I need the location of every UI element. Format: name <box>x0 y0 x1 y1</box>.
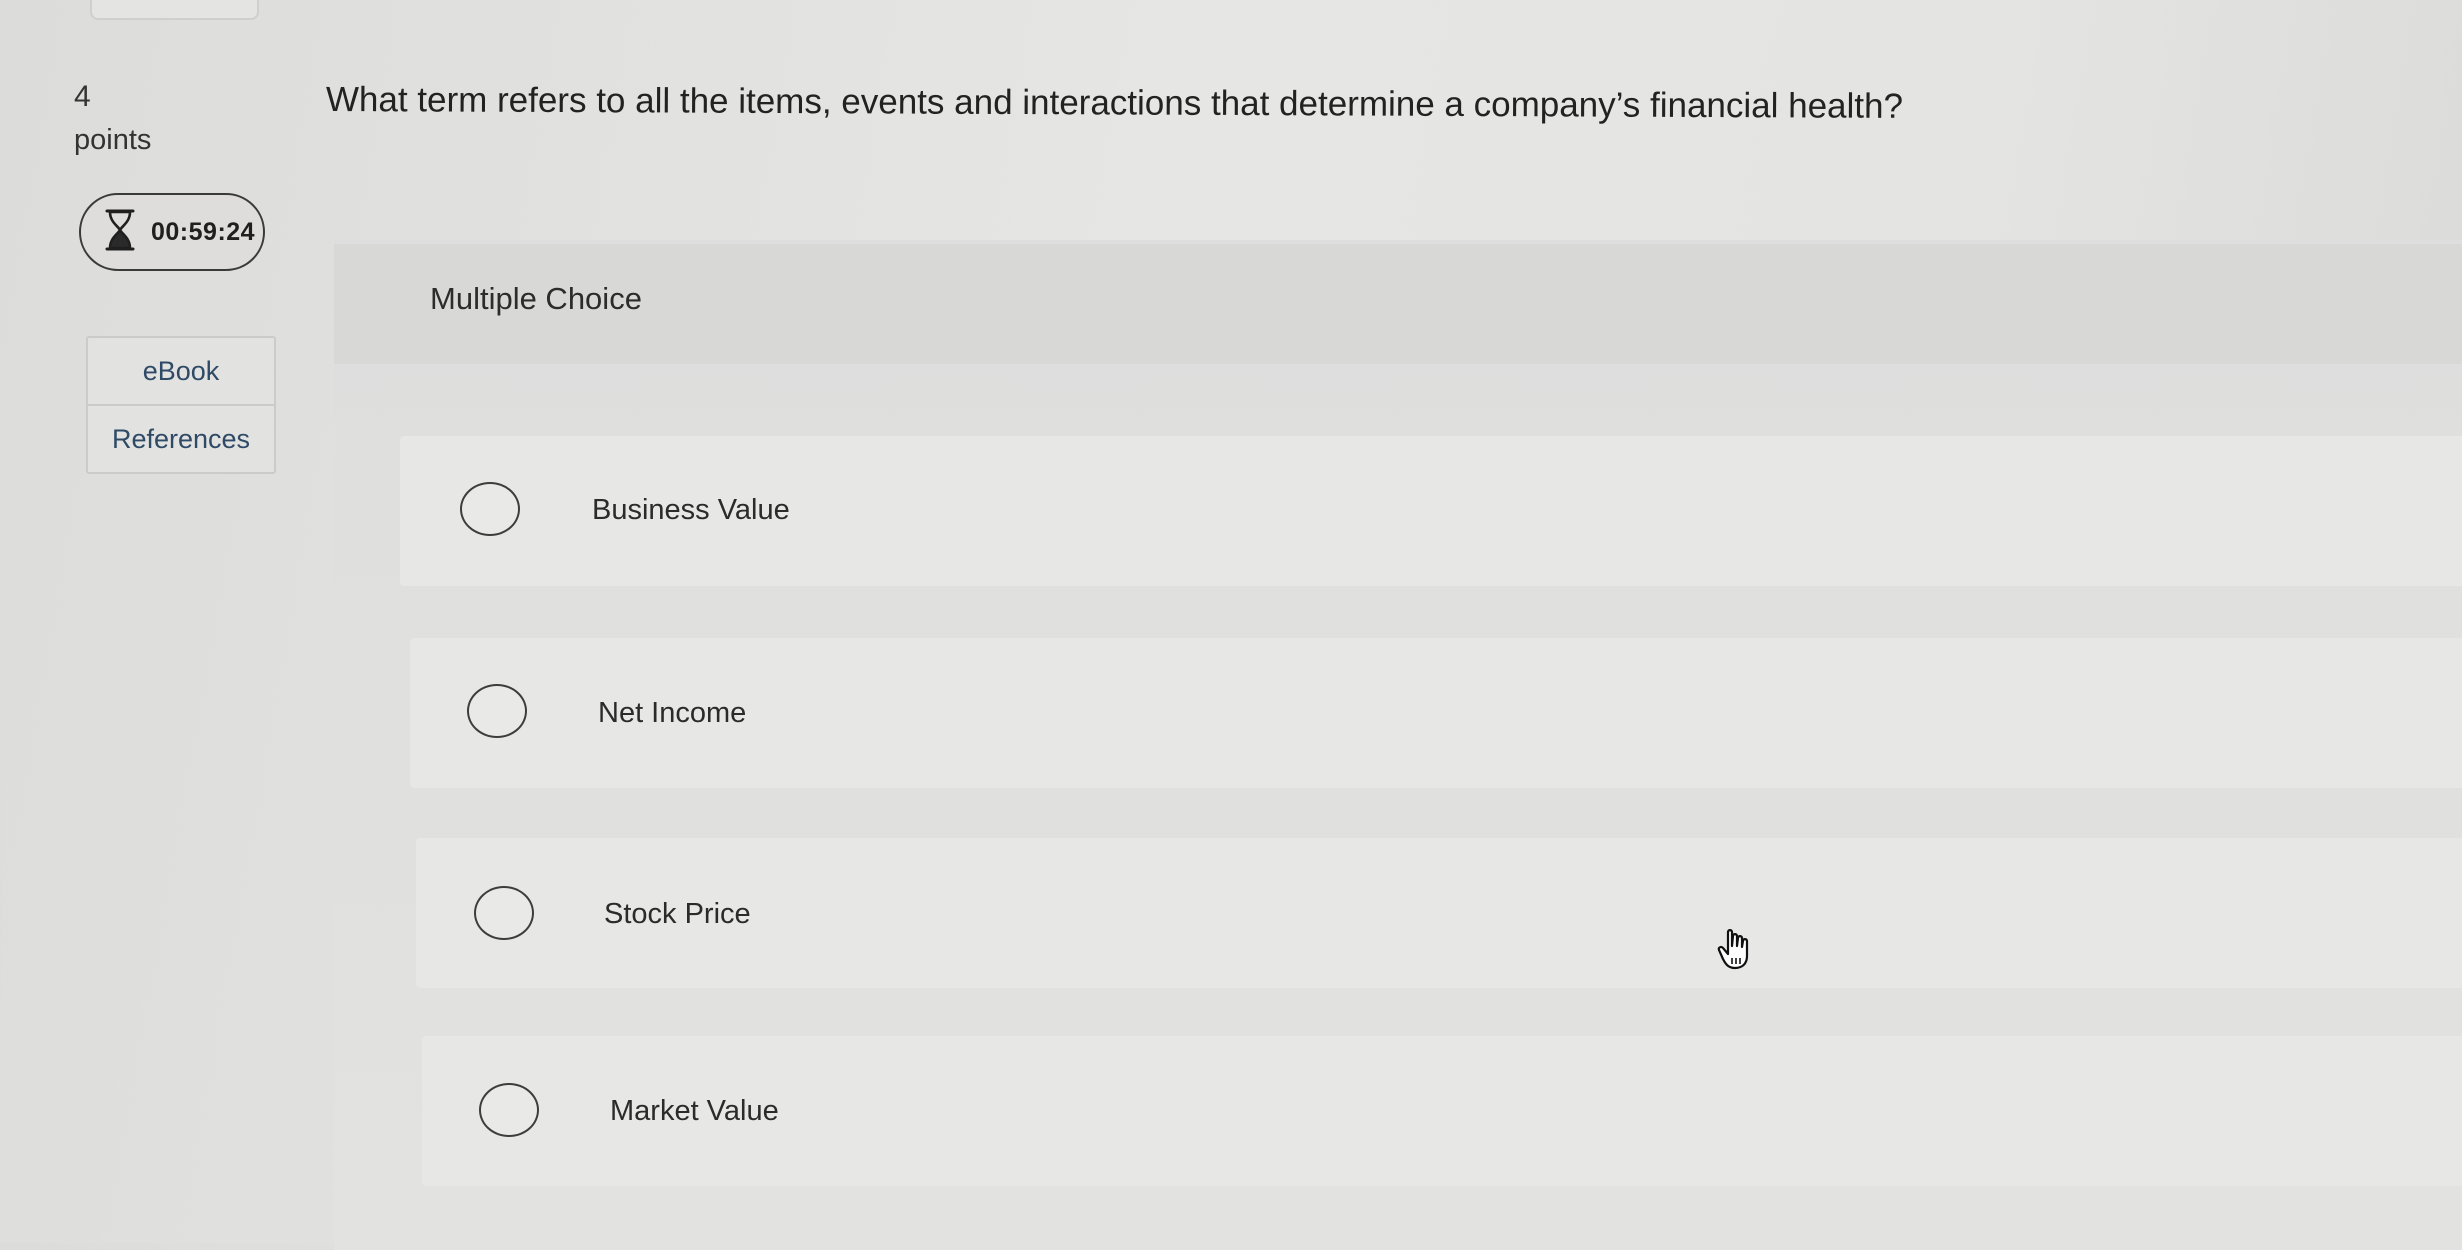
question-type-bar <box>334 244 2462 364</box>
timer-value: 00:59:24 <box>151 217 256 246</box>
choice-label-stock-price[interactable]: Stock Price <box>604 898 751 931</box>
timer-badge: 00:59:24 <box>79 193 265 271</box>
top-edge-box <box>90 0 259 20</box>
ebook-link[interactable]: eBook <box>88 338 274 404</box>
choice-label-market-value[interactable]: Market Value <box>610 1095 779 1128</box>
radio-business-value[interactable] <box>460 482 520 536</box>
question-number: 4 <box>74 80 91 113</box>
hourglass-icon <box>103 208 151 257</box>
hand-cursor-icon <box>1717 929 1749 970</box>
references-link[interactable]: References <box>88 404 274 472</box>
radio-net-income[interactable] <box>467 684 527 738</box>
radio-stock-price[interactable] <box>474 886 534 940</box>
choice-label-business-value[interactable]: Business Value <box>592 494 790 527</box>
question-text: What term refers to all the items, event… <box>325 80 1904 126</box>
side-links-panel: eBook References <box>86 336 276 474</box>
points-label: points <box>74 124 152 156</box>
question-type-label: Multiple Choice <box>430 281 642 316</box>
radio-market-value[interactable] <box>479 1083 539 1137</box>
choice-label-net-income[interactable]: Net Income <box>598 697 746 730</box>
